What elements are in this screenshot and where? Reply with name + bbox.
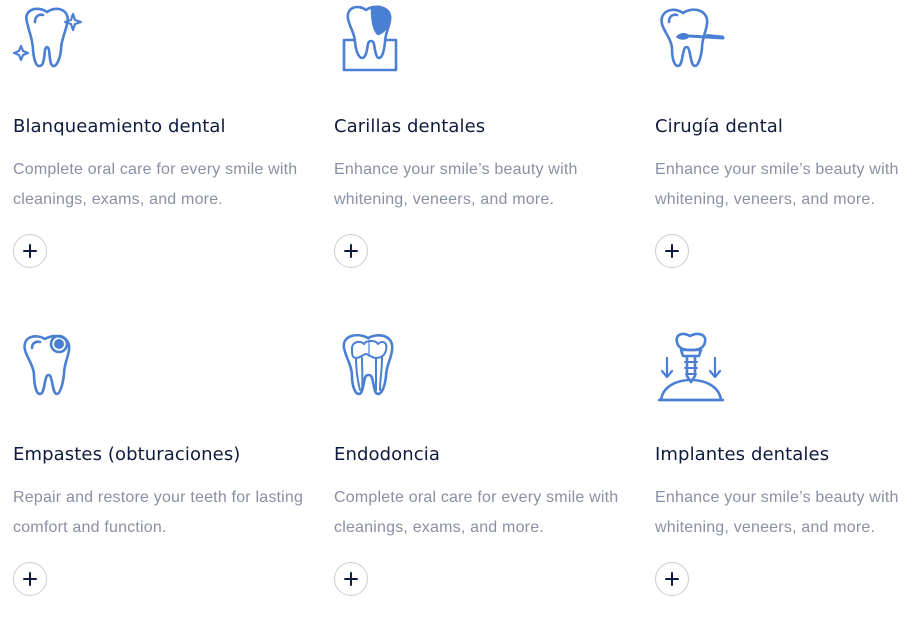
plus-icon — [23, 572, 37, 586]
service-title: Empastes (obturaciones) — [13, 444, 241, 465]
tooth-root-canal-icon — [334, 330, 406, 402]
tooth-sparkle-icon — [13, 2, 85, 74]
services-grid: Blanqueamiento dental Complete oral care… — [13, 0, 919, 638]
service-title: Cirugía dental — [655, 116, 783, 137]
service-description: Enhance your smile’s beauty with whiteni… — [655, 161, 899, 208]
dental-implant-icon — [655, 330, 727, 402]
service-title: Carillas dentales — [334, 116, 486, 137]
tooth-filling-icon — [13, 330, 85, 402]
service-card-carillas: Carillas dentales Enhance your smile’s b… — [334, 0, 634, 300]
expand-service-button[interactable] — [334, 234, 368, 268]
tooth-scalpel-icon — [655, 2, 727, 74]
expand-service-button[interactable] — [13, 562, 47, 596]
expand-service-button[interactable] — [334, 562, 368, 596]
tooth-veneer-icon — [334, 2, 406, 74]
service-title: Endodoncia — [334, 444, 440, 465]
service-card-endodoncia: Endodoncia Complete oral care for every … — [334, 328, 634, 628]
service-description: Enhance your smile’s beauty with whiteni… — [334, 161, 578, 208]
plus-icon — [665, 572, 679, 586]
service-card-cirugia: Cirugía dental Enhance your smile’s beau… — [655, 0, 919, 300]
service-description: Complete oral care for every smile with … — [334, 489, 619, 536]
service-title: Implantes dentales — [655, 444, 830, 465]
plus-icon — [23, 244, 37, 258]
service-card-implantes: Implantes dentales Enhance your smile’s … — [655, 328, 919, 628]
service-title: Blanqueamiento dental — [13, 116, 226, 137]
service-description: Complete oral care for every smile with … — [13, 161, 298, 208]
service-card-empastes: Empastes (obturaciones) Repair and resto… — [13, 328, 313, 628]
service-card-blanqueamiento: Blanqueamiento dental Complete oral care… — [13, 0, 313, 300]
plus-icon — [344, 572, 358, 586]
expand-service-button[interactable] — [655, 562, 689, 596]
service-description: Enhance your smile’s beauty with whiteni… — [655, 489, 899, 536]
plus-icon — [344, 244, 358, 258]
expand-service-button[interactable] — [655, 234, 689, 268]
plus-icon — [665, 244, 679, 258]
expand-service-button[interactable] — [13, 234, 47, 268]
service-description: Repair and restore your teeth for lastin… — [13, 489, 304, 536]
